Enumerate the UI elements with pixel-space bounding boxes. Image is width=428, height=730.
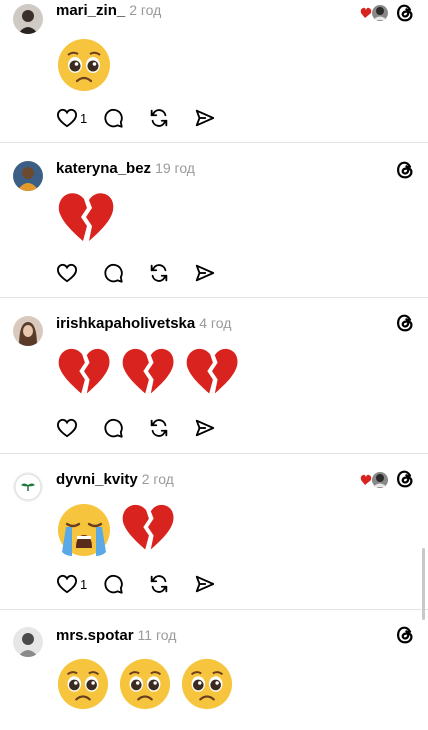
repost-button[interactable] xyxy=(148,261,194,285)
comment-post: mari_zin_ 2 год 1 xyxy=(0,0,428,143)
comment-post: irishkapaholivetska 4 год xyxy=(0,298,428,454)
pleading-face-emoji xyxy=(56,657,110,711)
reply-button[interactable] xyxy=(102,261,148,285)
comment-icon xyxy=(104,418,123,438)
post-actions: 1 xyxy=(56,106,240,130)
avatar[interactable] xyxy=(13,4,43,34)
threads-logo-icon xyxy=(394,468,416,490)
post-actions xyxy=(56,416,240,440)
repost-icon xyxy=(150,264,168,282)
comment-post: mrs.spotar 11 год xyxy=(0,610,428,730)
broken-heart-emoji xyxy=(120,346,176,398)
heart-icon xyxy=(56,263,78,283)
broken-heart-emoji xyxy=(56,346,112,398)
heart-icon xyxy=(56,574,78,594)
share-icon xyxy=(195,264,215,282)
threads-logo-icon xyxy=(394,159,416,181)
pleading-face-emoji xyxy=(56,37,112,93)
emoji-content xyxy=(56,37,112,93)
share-button[interactable] xyxy=(194,416,240,440)
reply-avatars-badge xyxy=(360,471,388,489)
username-link[interactable]: dyvni_kvity xyxy=(56,471,138,488)
pleading-face-emoji xyxy=(118,657,172,711)
avatar[interactable] xyxy=(13,316,43,346)
username-link[interactable]: mari_zin_ xyxy=(56,2,125,19)
like-button[interactable] xyxy=(56,261,102,285)
username-link[interactable]: mrs.spotar xyxy=(56,627,134,644)
like-count: 1 xyxy=(80,576,88,592)
repost-icon xyxy=(150,419,168,437)
username-link[interactable]: kateryna_bez xyxy=(56,160,151,177)
share-icon xyxy=(195,419,215,437)
timestamp: 2 год xyxy=(141,471,174,487)
timestamp: 19 год xyxy=(155,160,195,176)
heart-icon xyxy=(56,108,78,128)
broken-heart-emoji xyxy=(56,191,116,245)
broken-heart-emoji xyxy=(184,346,240,398)
scrollbar[interactable] xyxy=(422,548,425,620)
threads-logo-icon xyxy=(394,2,416,24)
username-link[interactable]: irishkapaholivetska xyxy=(56,315,195,332)
like-count: 1 xyxy=(80,110,88,126)
emoji-content xyxy=(56,657,234,711)
avatar[interactable] xyxy=(13,161,43,191)
reply-button[interactable] xyxy=(102,106,148,130)
post-actions: 1 xyxy=(56,572,240,596)
like-button[interactable] xyxy=(56,416,102,440)
timestamp: 4 год xyxy=(199,315,232,331)
broken-heart-emoji xyxy=(120,502,176,558)
avatar[interactable] xyxy=(13,472,43,502)
share-button[interactable] xyxy=(194,572,240,596)
comment-post: dyvni_kvity 2 год 1 xyxy=(0,454,428,610)
emoji-content xyxy=(56,191,116,245)
post-header: irishkapaholivetska 4 год xyxy=(56,315,231,332)
timestamp: 11 год xyxy=(137,627,177,643)
post-actions xyxy=(56,261,240,285)
comment-icon xyxy=(104,574,123,594)
comment-icon xyxy=(104,263,123,283)
avatar[interactable] xyxy=(13,627,43,657)
like-button[interactable]: 1 xyxy=(56,572,102,596)
post-header: mrs.spotar 11 год xyxy=(56,627,176,644)
timestamp: 2 год xyxy=(129,2,162,18)
repost-button[interactable] xyxy=(148,416,194,440)
post-header: dyvni_kvity 2 год xyxy=(56,471,174,488)
repost-button[interactable] xyxy=(148,106,194,130)
pleading-face-emoji xyxy=(180,657,234,711)
like-button[interactable]: 1 xyxy=(56,106,102,130)
emoji-content xyxy=(56,502,176,558)
threads-logo-icon xyxy=(394,312,416,334)
repost-icon xyxy=(150,109,168,127)
reply-button[interactable] xyxy=(102,572,148,596)
comment-icon xyxy=(104,108,123,128)
share-button[interactable] xyxy=(194,261,240,285)
share-button[interactable] xyxy=(194,106,240,130)
heart-icon xyxy=(56,418,78,438)
repost-icon xyxy=(150,575,168,593)
crying-face-emoji xyxy=(56,502,112,558)
share-icon xyxy=(195,575,215,593)
emoji-content xyxy=(56,346,240,398)
post-header: mari_zin_ 2 год xyxy=(56,2,161,19)
post-header: kateryna_bez 19 год xyxy=(56,160,195,177)
repost-button[interactable] xyxy=(148,572,194,596)
share-icon xyxy=(195,109,215,127)
threads-logo-icon xyxy=(394,624,416,646)
reply-button[interactable] xyxy=(102,416,148,440)
reply-avatars-badge xyxy=(360,4,388,22)
comment-post: kateryna_bez 19 год xyxy=(0,143,428,298)
